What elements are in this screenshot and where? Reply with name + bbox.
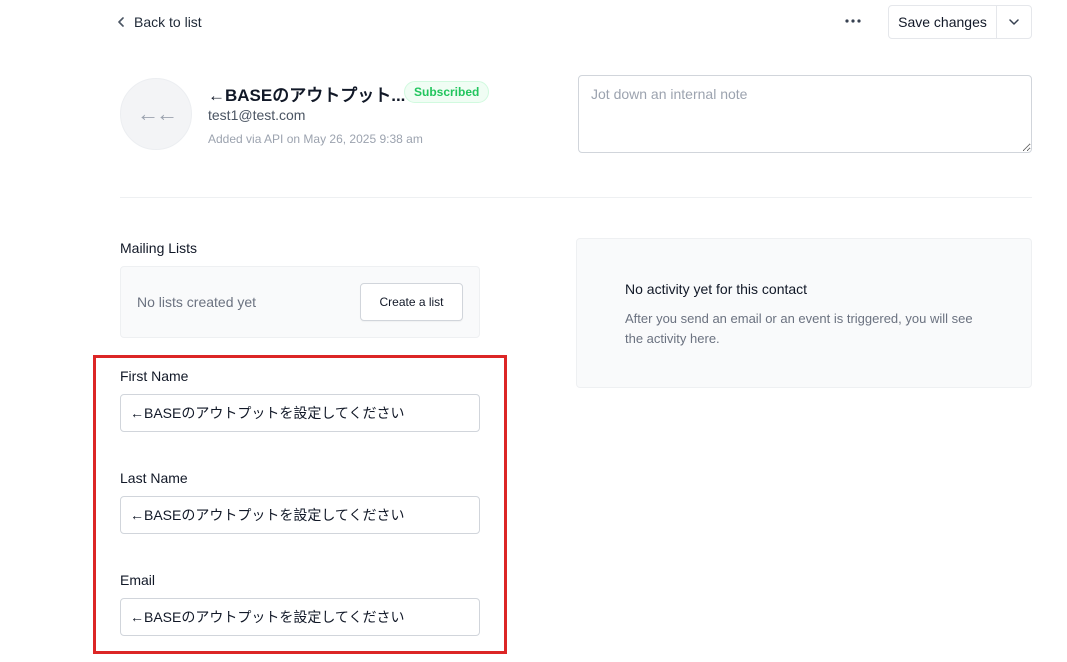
create-list-button[interactable]: Create a list [360, 283, 463, 321]
first-name-label: First Name [120, 368, 189, 384]
chevron-left-icon [118, 17, 124, 27]
internal-note-input[interactable] [578, 75, 1032, 153]
mailing-lists-empty-text: No lists created yet [137, 294, 257, 310]
contact-added-meta: Added via API on May 26, 2025 9:38 am [208, 132, 423, 146]
more-options-button[interactable] [840, 8, 866, 34]
section-divider [120, 197, 1032, 198]
status-badge: Subscribed [404, 81, 490, 103]
contact-name: ←BASEのアウトプット... [208, 86, 406, 105]
last-name-input[interactable] [120, 496, 480, 534]
back-to-list-label: Back to list [134, 14, 202, 30]
email-input[interactable] [120, 598, 480, 636]
save-button-group: Save changes [888, 5, 1032, 39]
last-name-label: Last Name [120, 470, 188, 486]
activity-empty-title: No activity yet for this contact [625, 281, 808, 297]
back-to-list-link[interactable]: Back to list [116, 12, 202, 32]
email-label: Email [120, 572, 156, 588]
activity-empty-description: After you send an email or an event is t… [625, 311, 973, 346]
mailing-lists-label: Mailing Lists [120, 240, 198, 256]
save-options-dropdown[interactable] [997, 6, 1031, 38]
save-changes-button[interactable]: Save changes [889, 6, 997, 38]
first-name-input[interactable] [120, 394, 480, 432]
avatar-initials: ←← [137, 101, 178, 126]
more-horizontal-icon [845, 19, 861, 23]
contact-email: test1@test.com [208, 107, 306, 123]
chevron-down-icon [1009, 19, 1019, 25]
avatar: ←← [120, 78, 192, 150]
